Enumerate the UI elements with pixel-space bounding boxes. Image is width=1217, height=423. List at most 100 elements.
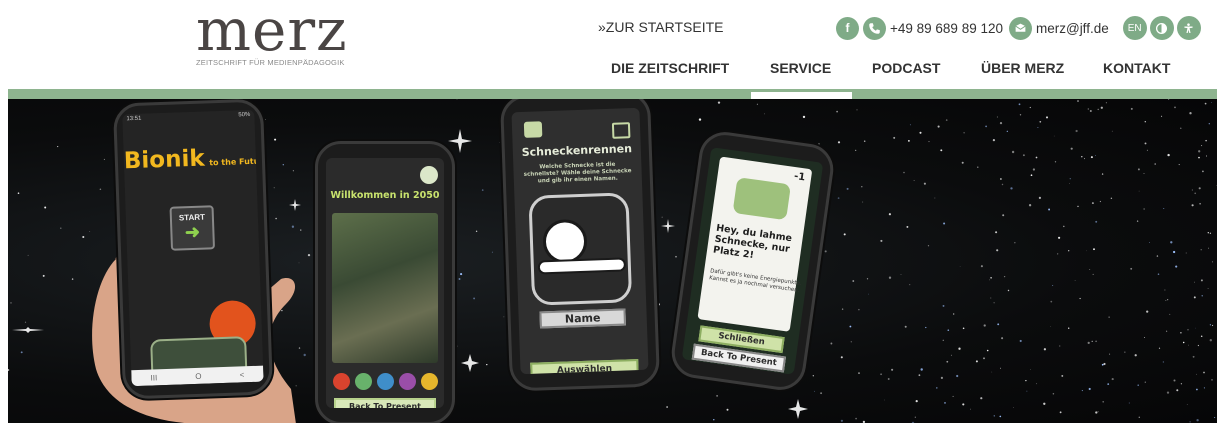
star-dot bbox=[1003, 275, 1006, 278]
star-dot bbox=[888, 276, 892, 279]
star-dot bbox=[1090, 156, 1093, 159]
star-dot bbox=[481, 189, 484, 191]
facebook-icon[interactable]: f bbox=[836, 16, 859, 40]
star-dot bbox=[71, 278, 74, 280]
star-dot bbox=[863, 140, 866, 142]
email-icon[interactable] bbox=[1008, 16, 1032, 40]
star-dot bbox=[1182, 341, 1185, 344]
star-dot bbox=[1025, 379, 1027, 382]
star-dot bbox=[993, 415, 996, 417]
star-dot bbox=[1091, 202, 1094, 205]
star-dot bbox=[1158, 347, 1161, 349]
star-dot bbox=[1162, 361, 1165, 363]
language-switch[interactable]: EN bbox=[1122, 16, 1147, 40]
star-dot bbox=[1196, 388, 1198, 391]
star-dot bbox=[1185, 252, 1187, 254]
star-dot bbox=[1196, 419, 1199, 422]
star-dot bbox=[990, 276, 992, 279]
back-arrow-icon bbox=[523, 121, 543, 138]
accessibility-icon[interactable] bbox=[1176, 16, 1201, 40]
star-dot bbox=[1212, 261, 1213, 263]
star-dot bbox=[675, 255, 677, 258]
phone-mockup-schneckenrennen: Schneckenrennen Welche Schnecke ist die … bbox=[499, 99, 661, 392]
star-dot bbox=[858, 308, 860, 311]
star-dot bbox=[904, 325, 907, 328]
star-dot bbox=[20, 351, 23, 354]
star-dot bbox=[1189, 112, 1192, 115]
star-dot bbox=[1074, 280, 1076, 281]
star-dot bbox=[989, 279, 991, 281]
star-dot bbox=[1075, 129, 1078, 133]
star-dot bbox=[1200, 279, 1203, 282]
star-dot bbox=[1207, 288, 1209, 290]
star-dot bbox=[837, 141, 841, 144]
merz-logo[interactable]: merz ZEITSCHRIFT FÜR MEDIENPÄDAGOGIK bbox=[196, 0, 366, 67]
phone-icon[interactable] bbox=[863, 16, 886, 40]
star-dot bbox=[918, 374, 921, 377]
star-dot bbox=[661, 216, 663, 218]
start-button: START ➜ bbox=[169, 205, 216, 251]
map-category-icon bbox=[376, 373, 394, 390]
nav-item-service[interactable]: SERVICE bbox=[770, 60, 831, 76]
star-dot bbox=[1195, 327, 1196, 329]
star-dot bbox=[1002, 214, 1005, 217]
star-dot bbox=[1167, 153, 1170, 157]
star-dot bbox=[950, 354, 952, 356]
star-dot bbox=[983, 324, 986, 327]
star-dot bbox=[1208, 247, 1209, 249]
logo-wordmark: merz bbox=[196, 0, 348, 64]
star-dot bbox=[1050, 300, 1053, 303]
star-dot bbox=[1201, 145, 1203, 147]
star-dot bbox=[946, 360, 949, 363]
star-dot bbox=[999, 122, 1003, 125]
star-dot bbox=[456, 345, 458, 347]
star-dot bbox=[491, 251, 493, 253]
star-dot bbox=[1061, 374, 1064, 377]
star-dot bbox=[1103, 362, 1106, 366]
email-address[interactable]: merz@jff.de bbox=[1036, 21, 1109, 36]
star-dot bbox=[1180, 127, 1182, 129]
star-dot bbox=[1063, 225, 1065, 228]
star-dot bbox=[1170, 241, 1173, 244]
star-dot bbox=[1144, 142, 1147, 145]
star-dot bbox=[282, 164, 284, 166]
map-category-icon bbox=[332, 373, 350, 390]
star-dot bbox=[928, 141, 930, 143]
star-dot bbox=[856, 109, 858, 111]
star-dot bbox=[503, 316, 505, 318]
nav-item-kontakt[interactable]: KONTAKT bbox=[1103, 60, 1170, 76]
home-link[interactable]: »ZUR STARTSEITE bbox=[598, 19, 724, 35]
star-dot bbox=[1111, 130, 1113, 132]
star-dot bbox=[1203, 371, 1205, 374]
nav-item-zeitschrift[interactable]: DIE ZEITSCHRIFT bbox=[611, 60, 729, 76]
star-dot bbox=[475, 230, 478, 232]
star-dot bbox=[937, 125, 940, 128]
nav-item-ueber-merz[interactable]: ÜBER MERZ bbox=[981, 60, 1064, 76]
star-dot bbox=[1052, 285, 1054, 286]
star-dot bbox=[1194, 281, 1195, 283]
star-dot bbox=[1001, 183, 1004, 186]
star-dot bbox=[1200, 335, 1203, 338]
nav-item-podcast[interactable]: PODCAST bbox=[872, 60, 940, 76]
star-dot bbox=[1209, 324, 1211, 326]
phone-number[interactable]: +49 89 689 89 120 bbox=[890, 21, 1003, 36]
star-dot bbox=[1000, 367, 1002, 369]
star-dot bbox=[936, 387, 938, 389]
star-dot bbox=[962, 327, 965, 330]
contrast-icon[interactable] bbox=[1149, 16, 1174, 40]
star-dot bbox=[1191, 189, 1193, 191]
star-dot bbox=[1207, 232, 1209, 234]
star-dot bbox=[713, 419, 715, 421]
star-dot bbox=[980, 397, 983, 400]
contact-bar: f +49 89 689 89 120 merz@jff.de EN bbox=[836, 16, 1201, 40]
star-dot bbox=[958, 347, 961, 350]
star-dot bbox=[1138, 416, 1141, 419]
star-dot bbox=[473, 297, 476, 300]
star-dot bbox=[292, 170, 294, 172]
star-dot bbox=[963, 132, 965, 134]
home-icon bbox=[611, 122, 631, 139]
star-dot bbox=[1032, 168, 1036, 171]
site-header: merz ZEITSCHRIFT FÜR MEDIENPÄDAGOGIK »ZU… bbox=[0, 0, 1217, 90]
star-dot bbox=[264, 119, 266, 120]
star-dot bbox=[990, 297, 992, 299]
